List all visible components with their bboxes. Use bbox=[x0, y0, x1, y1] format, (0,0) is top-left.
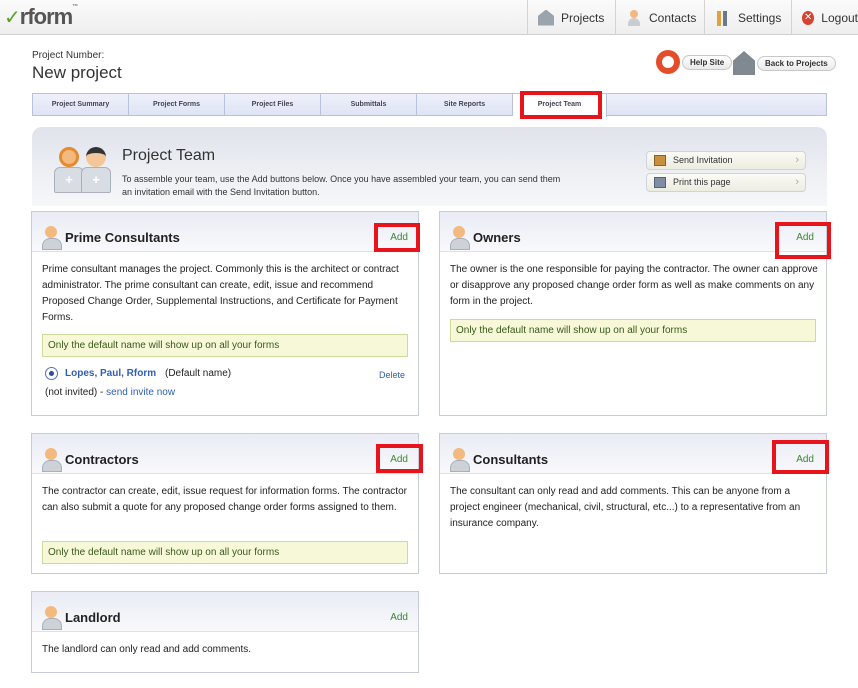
add-highlight bbox=[775, 222, 831, 259]
team-icon: + + bbox=[54, 147, 112, 193]
card-title: Owners bbox=[473, 230, 521, 245]
project-name: New project bbox=[32, 63, 122, 82]
help-site-button[interactable]: Help Site bbox=[656, 50, 733, 74]
member-name-link[interactable]: Lopes, Paul, Rform bbox=[65, 368, 156, 379]
check-icon: ✓ bbox=[4, 7, 21, 29]
owners-card: Owners Add The owner is the one responsi… bbox=[439, 211, 827, 416]
page-title: Project Team bbox=[122, 147, 216, 164]
person-icon bbox=[450, 448, 470, 472]
card-title: Landlord bbox=[65, 610, 121, 625]
send-invite-link[interactable]: send invite now bbox=[106, 387, 175, 398]
card-description: The consultant can only read and add com… bbox=[450, 486, 801, 529]
nav-projects[interactable]: Projects bbox=[527, 0, 611, 35]
nav-settings-label: Settings bbox=[738, 10, 782, 25]
send-invitation-label: Send Invitation bbox=[673, 155, 733, 165]
help-site-label: Help Site bbox=[682, 54, 733, 70]
person-icon bbox=[626, 9, 642, 26]
chevron-right-icon: › bbox=[795, 176, 799, 188]
delete-member-link[interactable]: Delete bbox=[379, 370, 405, 380]
invite-status-text: (not invited) - bbox=[45, 387, 104, 398]
add-highlight bbox=[374, 223, 420, 252]
nav-logout[interactable]: ✕ Logout bbox=[791, 0, 858, 35]
default-member-radio[interactable] bbox=[45, 367, 58, 380]
consultants-card: Consultants Add The consultant can only … bbox=[439, 433, 827, 574]
tab-project-forms[interactable]: Project Forms bbox=[129, 94, 225, 115]
default-name-notice: Only the default name will show up on al… bbox=[42, 541, 408, 564]
tab-site-reports[interactable]: Site Reports bbox=[417, 94, 513, 115]
tab-project-files[interactable]: Project Files bbox=[225, 94, 321, 115]
project-tabs: Project Summary Project Forms Project Fi… bbox=[32, 93, 827, 117]
default-name-tag: (Default name) bbox=[165, 368, 232, 379]
card-description: The contractor can create, edit, issue r… bbox=[42, 486, 407, 513]
send-invitation-button[interactable]: Send Invitation › bbox=[646, 151, 806, 170]
intro-text: To assemble your team, use the Add butto… bbox=[122, 174, 561, 197]
active-tab-highlight bbox=[520, 91, 602, 119]
add-highlight bbox=[772, 440, 829, 474]
rform-logo[interactable]: ✓rform™ bbox=[4, 4, 78, 30]
invite-status: (not invited) - send invite now bbox=[45, 387, 175, 398]
card-title: Consultants bbox=[473, 452, 549, 467]
tab-project-summary[interactable]: Project Summary bbox=[33, 94, 129, 115]
add-landlord-button[interactable]: Add bbox=[390, 612, 408, 623]
default-name-notice: Only the default name will show up on al… bbox=[42, 334, 408, 357]
house-icon bbox=[538, 9, 554, 26]
team-intro-panel: + + Project Team To assemble your team, … bbox=[32, 127, 827, 206]
document-icon bbox=[654, 155, 666, 166]
male-avatar-icon: + bbox=[81, 147, 111, 193]
person-icon bbox=[42, 606, 62, 630]
logo-tm: ™ bbox=[72, 4, 78, 10]
logout-icon: ✕ bbox=[802, 10, 815, 25]
project-number-label: Project Number: bbox=[32, 50, 105, 61]
lifebuoy-icon bbox=[656, 50, 680, 74]
card-description: Prime consultant manages the project. Co… bbox=[42, 264, 399, 323]
card-description: The owner is the one responsible for pay… bbox=[450, 264, 818, 307]
logo-text: rform bbox=[19, 4, 73, 29]
female-avatar-icon: + bbox=[54, 147, 84, 193]
landlord-card: Landlord Add The landlord can only read … bbox=[31, 591, 419, 673]
nav-projects-label: Projects bbox=[561, 10, 605, 25]
house-icon bbox=[733, 51, 755, 75]
person-icon bbox=[42, 448, 62, 472]
back-to-projects-label: Back to Projects bbox=[757, 55, 836, 71]
top-bar: ✓rform™ Projects Contacts Settings ✕ Log… bbox=[0, 0, 858, 35]
person-icon bbox=[42, 226, 62, 250]
prime-consultants-card: Prime Consultants Add Prime consultant m… bbox=[31, 211, 419, 416]
card-title: Contractors bbox=[65, 452, 139, 467]
print-page-label: Print this page bbox=[673, 177, 731, 187]
nav-logout-label: Logout bbox=[821, 10, 858, 25]
nav-contacts-label: Contacts bbox=[649, 10, 697, 25]
tools-icon bbox=[715, 10, 731, 26]
printer-icon bbox=[654, 177, 666, 188]
add-highlight bbox=[376, 444, 423, 473]
card-description: The landlord can only read and add comme… bbox=[42, 644, 252, 655]
tab-submittals[interactable]: Submittals bbox=[321, 94, 417, 115]
back-to-projects-button[interactable]: Back to Projects bbox=[733, 50, 836, 76]
nav-settings[interactable]: Settings bbox=[704, 0, 788, 35]
nav-contacts[interactable]: Contacts bbox=[615, 0, 701, 35]
contractors-card: Contractors Add The contractor can creat… bbox=[31, 433, 419, 574]
card-title: Prime Consultants bbox=[65, 230, 180, 245]
person-icon bbox=[450, 226, 470, 250]
print-page-button[interactable]: Print this page › bbox=[646, 173, 806, 192]
default-name-notice: Only the default name will show up on al… bbox=[450, 319, 816, 342]
chevron-right-icon: › bbox=[795, 154, 799, 166]
